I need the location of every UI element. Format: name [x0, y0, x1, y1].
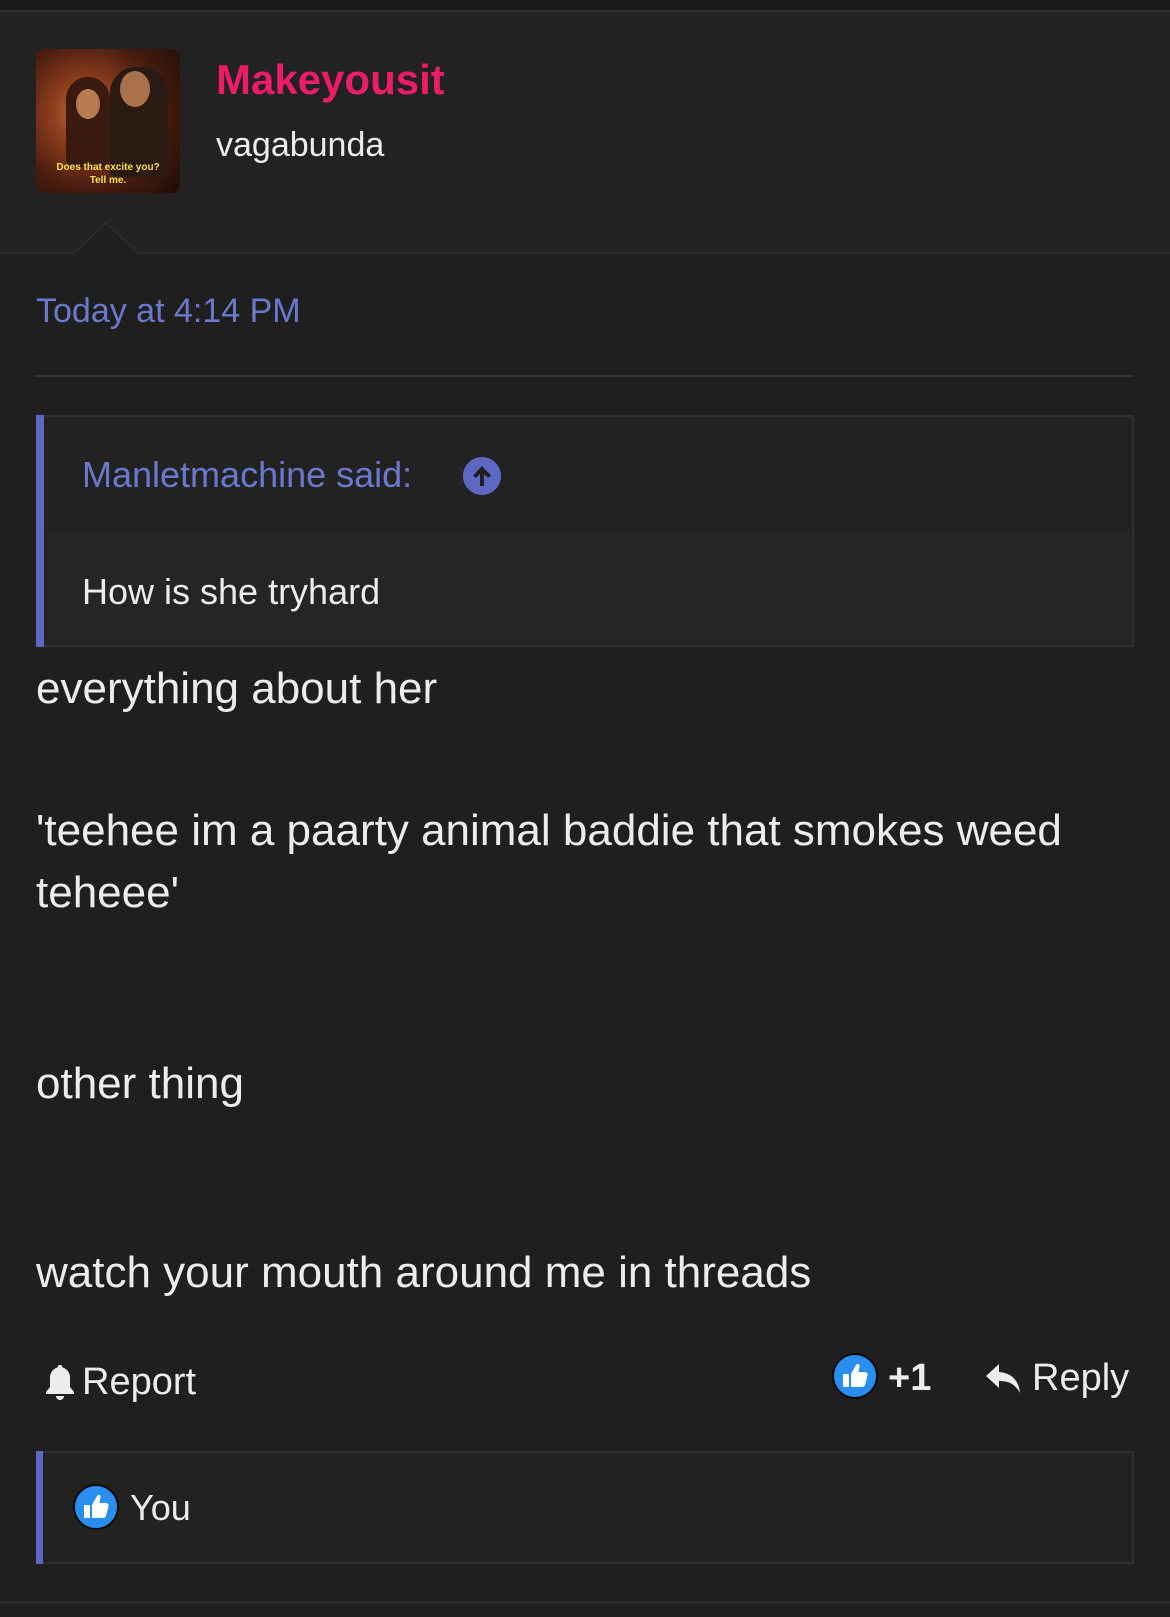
avatar[interactable]: Does that excite you? Tell me.: [36, 49, 180, 193]
quote-text: How is she tryhard: [82, 571, 381, 612]
report-button[interactable]: Report: [44, 1357, 196, 1407]
post-body-line: everything about her: [36, 664, 438, 713]
reply-button[interactable]: Reply: [984, 1357, 1129, 1400]
username-link[interactable]: Makeyousit: [216, 56, 445, 104]
quote-accent-bar: [36, 415, 44, 647]
divider: [36, 375, 1134, 377]
avatar-caption-line1: Does that excite you?: [56, 162, 160, 173]
avatar-caption: Does that excite you? Tell me.: [36, 161, 180, 187]
report-label: Report: [82, 1360, 197, 1403]
post-body-line: teheee': [36, 868, 179, 917]
bell-icon: [46, 1365, 74, 1400]
likes-accent-bar: [36, 1451, 43, 1564]
like-count[interactable]: +1: [888, 1357, 931, 1400]
quote-author-link[interactable]: Manletmachine said:: [82, 454, 412, 496]
arrow-up-circle-icon[interactable]: [463, 457, 501, 495]
thumbs-up-icon: [73, 1484, 119, 1530]
post-body-line: watch your mouth around me in threads: [36, 1248, 812, 1297]
reply-arrow-icon: [986, 1363, 1020, 1393]
reply-label: Reply: [1032, 1357, 1130, 1399]
post-body-line: other thing: [36, 1059, 244, 1108]
top-strip: [0, 0, 1170, 12]
bottom-divider: [0, 1601, 1170, 1604]
post-body-line: 'teehee im a paarty animal baddie that s…: [36, 806, 1062, 855]
post-timestamp-link[interactable]: Today at 4:14 PM: [36, 292, 301, 331]
avatar-face-man: [120, 71, 150, 107]
header-notch: [74, 224, 138, 254]
likes-name-link[interactable]: You: [130, 1487, 191, 1529]
thumbs-up-icon[interactable]: [832, 1353, 878, 1399]
likes-summary: [36, 1451, 1134, 1564]
avatar-caption-line2: Tell me.: [89, 175, 127, 186]
avatar-face-woman: [76, 89, 100, 119]
user-title: vagabunda: [216, 126, 385, 164]
